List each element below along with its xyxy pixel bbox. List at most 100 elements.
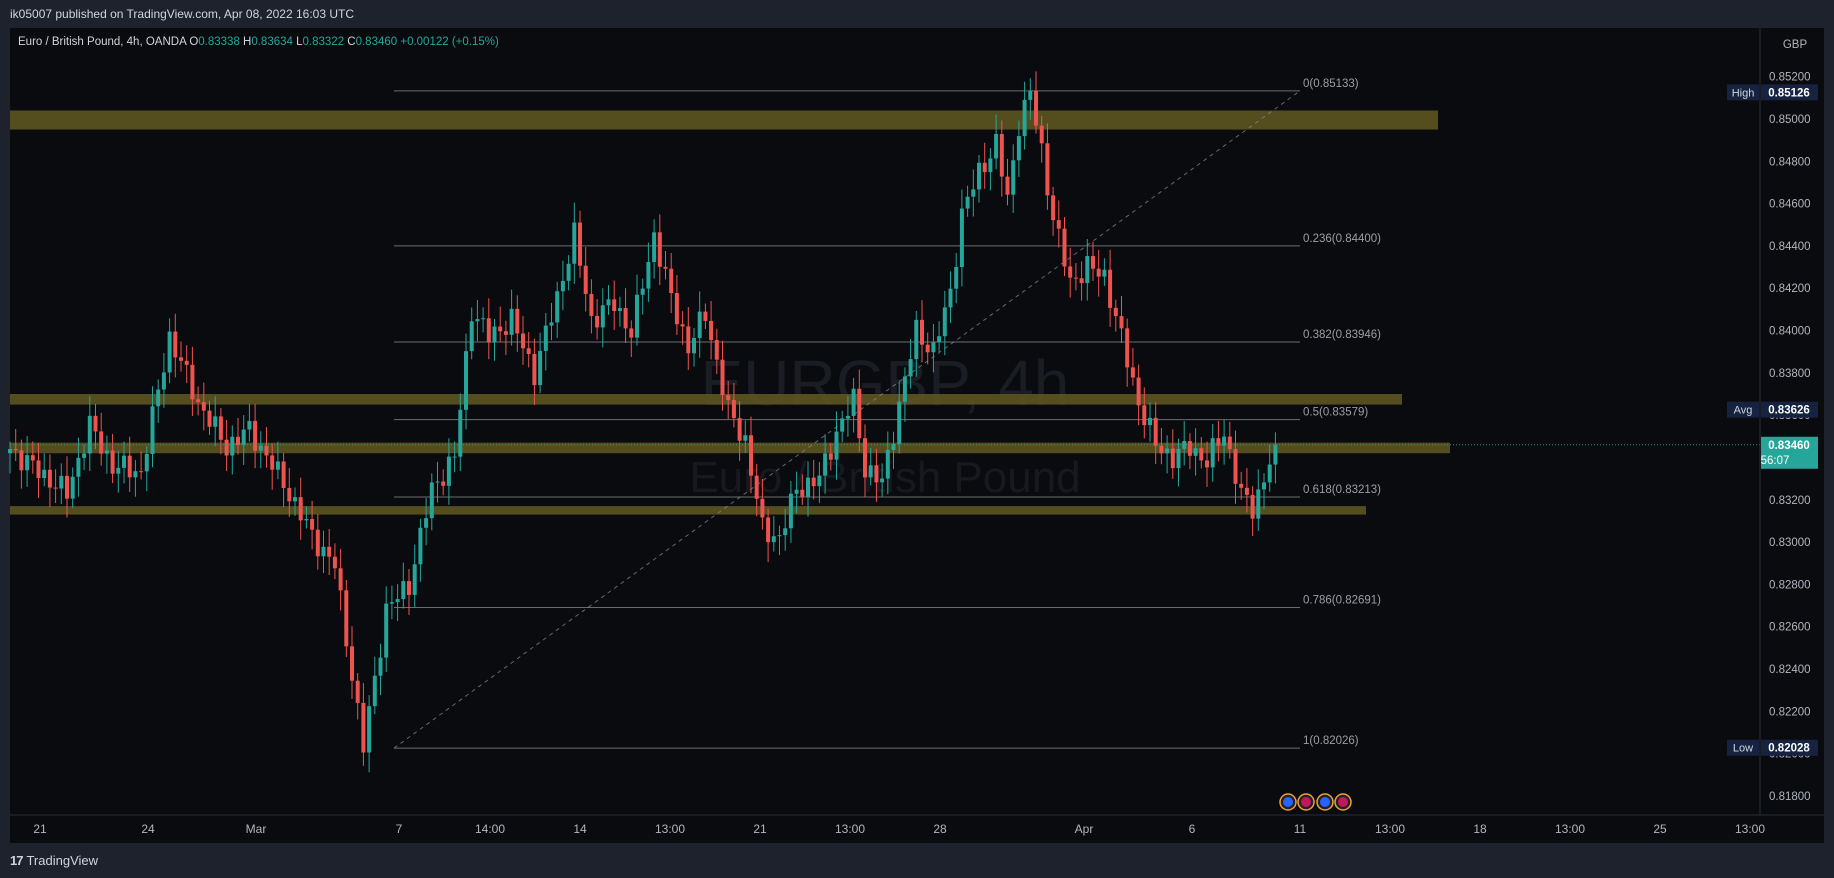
candle-body [959,208,964,268]
candle-body [783,528,788,536]
candle-body [53,487,58,489]
candle-body [99,431,104,454]
candle-body [988,158,993,173]
legend-change: +0.00122 (+0.15%) [400,36,499,48]
candle-body [236,436,240,445]
candle-body [874,465,879,483]
candle-body [1244,487,1249,495]
candle-body [1199,448,1204,461]
candle-body [344,590,349,647]
time-tick-label: 13:00 [1375,822,1405,836]
candle-body [464,351,468,410]
candle-body [811,477,816,487]
legend-title: Euro / British Pound, 4h, OANDA [18,36,189,48]
watermark: EURGBP, 4h Euro / British Pound [689,347,1080,502]
candle-body [1045,143,1050,196]
price-tick-label: 0.82600 [1769,622,1811,634]
candle-body [184,360,189,365]
candle-body [965,196,970,209]
time-tick-label: 28 [933,822,947,836]
price-label-value: 0.85126 [1768,87,1810,99]
candle-body [110,450,115,474]
candle-body [623,308,628,329]
candle-body [458,409,463,457]
candle-body [902,376,907,402]
candle-body [578,222,582,266]
candle-body [47,469,52,488]
price-tick-label: 0.84600 [1769,199,1811,211]
watermark-symbol: EURGBP, 4h [701,347,1070,419]
price-tick-label: 0.85200 [1769,72,1811,84]
candle-body [754,475,759,499]
candle-body [606,299,611,306]
candle-body [82,453,87,458]
candle-body [481,318,486,320]
candle-body [1130,367,1135,378]
candle-body [384,603,389,658]
price-tick-label: 0.84200 [1769,283,1811,295]
candle-body [76,457,81,477]
candle-body [857,388,862,439]
ohlc-legend: Euro / British Pound, 4h, OANDA O0.83338… [18,36,499,48]
candle-body [350,646,354,681]
candle-body [503,331,508,335]
candle-body [315,529,320,557]
candle-body [65,475,69,499]
candle-body [361,702,366,753]
candle-body [179,357,183,361]
currency-label: GBP [1783,39,1808,51]
candles [8,71,1278,773]
tradingview-logo[interactable]: 17 TradingView [10,853,98,868]
candle-body [139,471,144,473]
candle-body [532,353,537,386]
last-price-value: 0.83460 [1768,440,1810,452]
candle-body [298,497,303,521]
candle-body [25,455,30,471]
candle-body [367,706,372,753]
candle-body [897,401,902,445]
economic-events[interactable] [1279,793,1352,811]
candle-body [589,293,594,316]
fib-label-0: 0(0.85133) [1303,78,1359,90]
time-tick-label: 6 [1189,822,1196,836]
time-tick-label: 14:00 [475,822,505,836]
candle-body [595,315,600,328]
candle-body [1005,176,1010,195]
zone-0 [10,110,1438,130]
candle-body [714,340,719,360]
candle-body [190,364,195,400]
candle-body [446,456,451,486]
candle-body [1187,441,1192,456]
candle-body [1073,277,1078,279]
candle-body [201,402,206,411]
tradingview-logo-icon: 17 [10,853,24,868]
fib-label-1: 0.236(0.84400) [1303,233,1381,245]
price-tick-label: 0.83000 [1769,537,1811,549]
fib-label-4: 0.618(0.83213) [1303,484,1381,496]
candlestick-chart[interactable]: EURGBP, 4h Euro / British Pound 0(0.85133… [0,0,1834,843]
candle-body [1119,316,1124,329]
candle-body [515,308,520,334]
candle-body [8,449,12,454]
candle-body [412,564,417,595]
candle-body [1079,278,1084,284]
candle-body [635,294,639,338]
candle-body [304,519,309,521]
candle-body [560,280,565,292]
legend-h-label: H [243,36,251,48]
candle-body [452,456,457,458]
candle-body [566,263,571,281]
price-axis[interactable]: 0.85200 0.85000 0.84800 0.84600 0.84400 0.842… [1727,28,1824,815]
candle-body [806,477,810,497]
candle-body [36,460,41,479]
time-axis[interactable]: 21 24 Mar 7 14:00 14 13:00 21 13:00 28 Apr 6 11 13:00… [10,814,1824,843]
candle-body [241,429,246,445]
candle-body [925,344,930,353]
candle-body [469,321,474,352]
candle-body [441,481,446,486]
candle-body [1068,266,1073,278]
event-flag-icon [1283,797,1293,807]
candle-body [720,359,725,396]
candle-body [538,350,543,386]
candle-body [834,431,839,460]
